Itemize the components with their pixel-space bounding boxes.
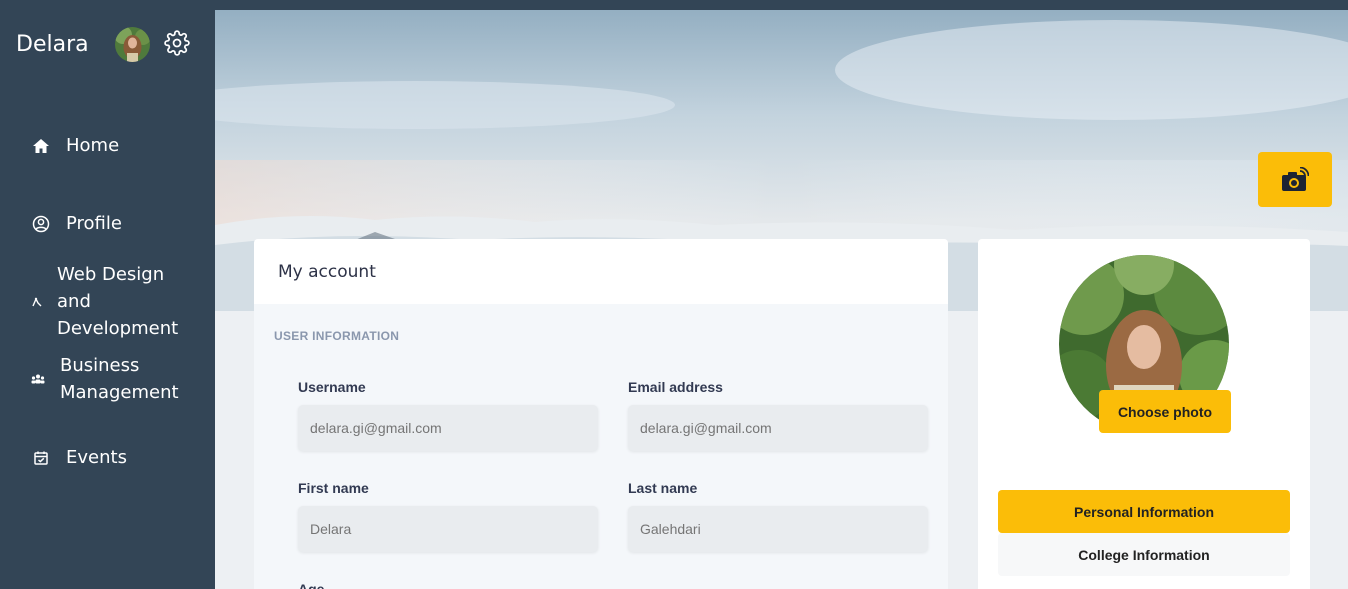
- home-icon: [31, 136, 51, 156]
- profile-card: Choose photo Personal Information Colleg…: [978, 239, 1310, 589]
- sidebar-item-label: Profile: [66, 213, 122, 234]
- last-name-field[interactable]: [628, 506, 928, 552]
- sidebar-item-label: Business Management: [60, 355, 179, 403]
- brand-name: Delara: [16, 32, 89, 57]
- age-label: Age: [298, 581, 325, 589]
- calendar-icon: [31, 448, 51, 468]
- sidebar-item-events[interactable]: Events: [0, 444, 215, 471]
- gear-icon[interactable]: [164, 30, 190, 56]
- sidebar-item-label: Web Design and Development: [57, 264, 179, 339]
- tab-personal-information[interactable]: Personal Information: [998, 490, 1290, 533]
- card-title: My account: [254, 239, 948, 304]
- first-name-label: First name: [298, 480, 369, 496]
- avatar[interactable]: [115, 27, 150, 62]
- section-title: USER INFORMATION: [274, 329, 400, 343]
- email-field[interactable]: [628, 405, 928, 451]
- choose-photo-button[interactable]: Choose photo: [1099, 390, 1231, 433]
- email-label: Email address: [628, 379, 723, 395]
- tab-college-information[interactable]: College Information: [998, 533, 1290, 576]
- last-name-label: Last name: [628, 480, 698, 496]
- change-cover-button[interactable]: [1258, 152, 1332, 207]
- my-account-card: My account USER INFORMATION Username Ema…: [254, 239, 948, 589]
- main-content: My account USER INFORMATION Username Ema…: [215, 10, 1348, 589]
- user-circle-icon: [31, 214, 51, 234]
- sidebar-item-web-design[interactable]: Web Design and Development: [0, 261, 215, 342]
- sidebar: Delara Home Profile Web Design and Devel…: [0, 0, 215, 589]
- sidebar-item-home[interactable]: Home: [0, 132, 215, 159]
- sidebar-item-label: Events: [66, 447, 127, 468]
- sidebar-item-profile[interactable]: Profile: [0, 210, 215, 237]
- username-field[interactable]: [298, 405, 598, 451]
- team-icon: [28, 369, 48, 389]
- sidebar-item-label: Home: [66, 135, 120, 156]
- web-design-icon: [27, 292, 47, 312]
- camera-icon: [1282, 166, 1309, 191]
- first-name-field[interactable]: [298, 506, 598, 552]
- username-label: Username: [298, 379, 366, 395]
- sidebar-item-business[interactable]: Business Management: [0, 352, 215, 406]
